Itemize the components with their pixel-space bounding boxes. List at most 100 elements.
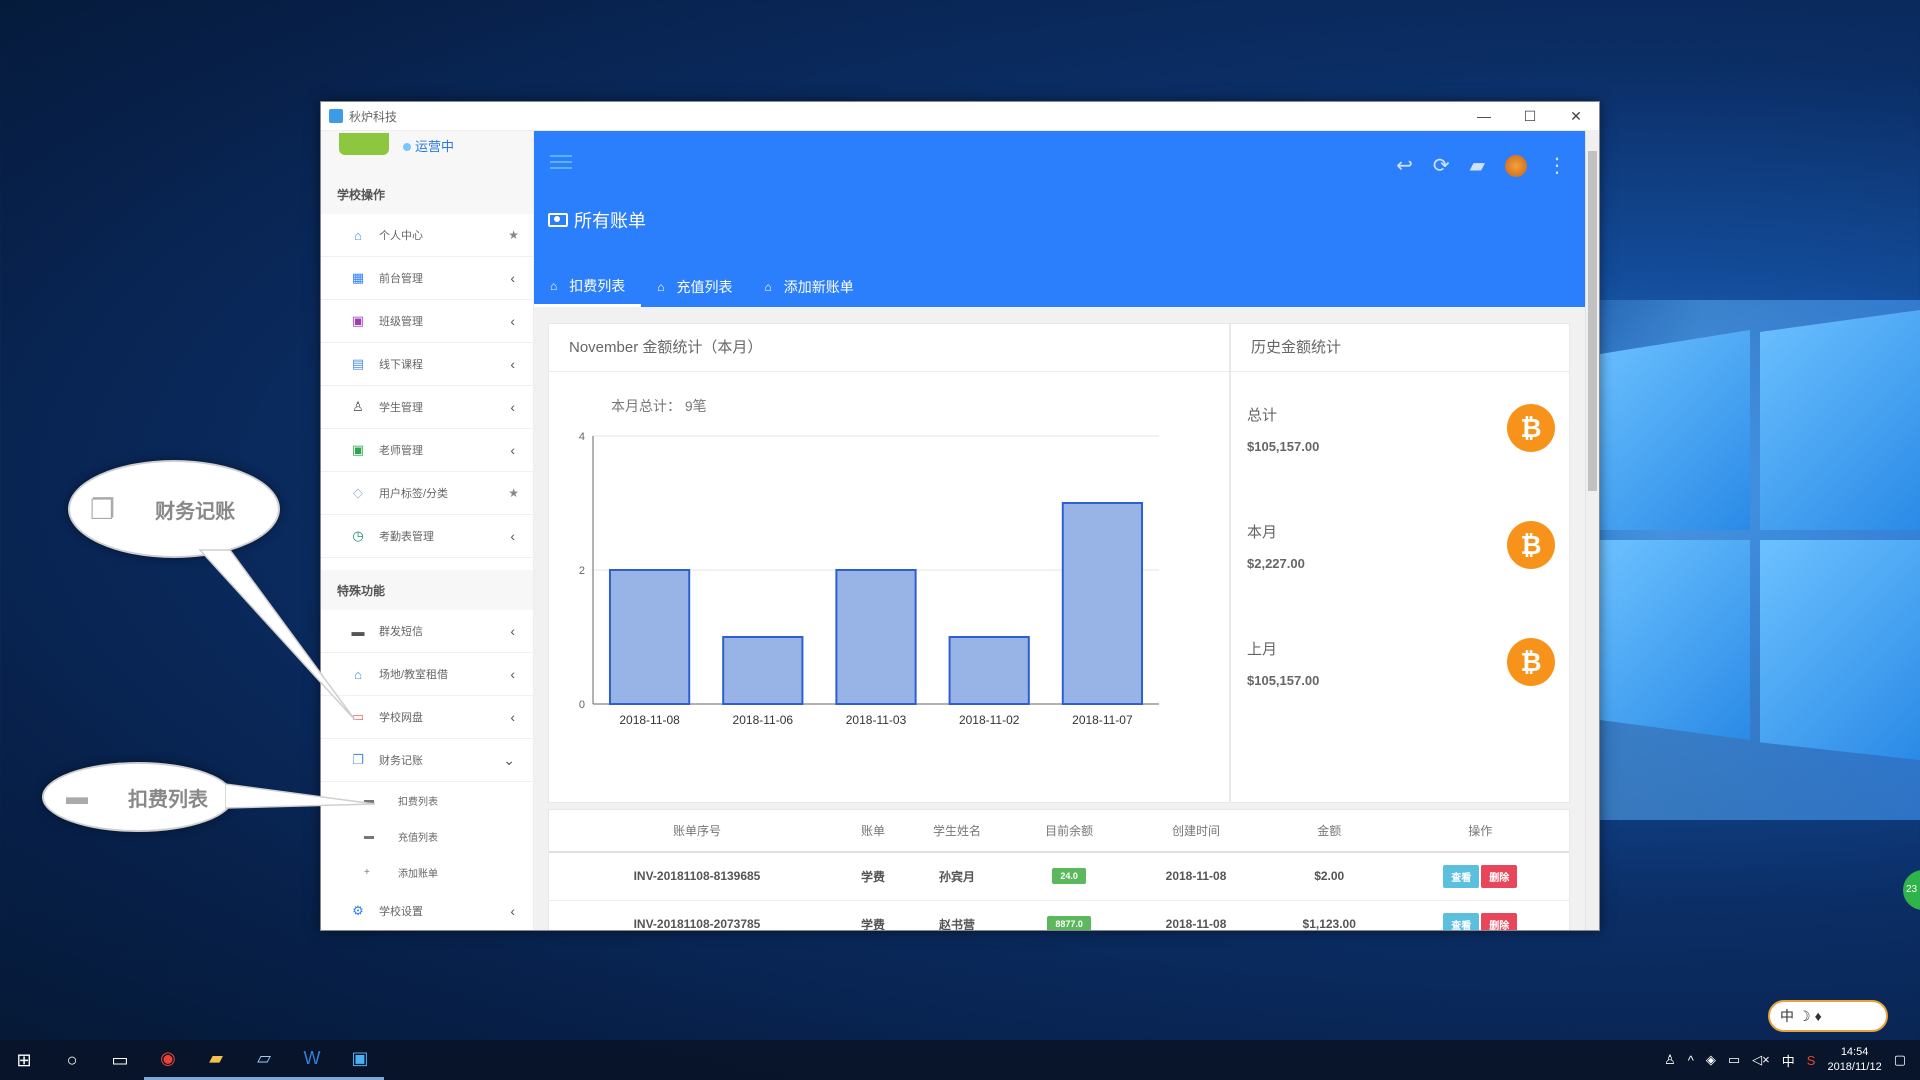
sidebar-item-offline-courses[interactable]: ▤ 线下课程 ‹ <box>321 343 533 386</box>
clock-date: 2018/11/12 <box>1827 1061 1882 1073</box>
chevron-left-icon: ‹ <box>510 313 515 329</box>
column-header: 账单序号 <box>549 810 845 853</box>
task-view-icon[interactable]: ▭ <box>96 1040 144 1080</box>
page-title: 所有账单 <box>548 207 646 233</box>
tab-recharge-list[interactable]: ⌂ 充值列表 <box>641 267 748 307</box>
ime-indicator[interactable]: 中 <box>1782 1051 1795 1070</box>
more-vertical-icon[interactable]: ⋮ <box>1547 153 1567 178</box>
section-title-school-ops: 学校操作 <box>321 174 533 214</box>
y-tick-label: 2 <box>579 565 585 577</box>
sidebar-item-frontdesk[interactable]: ▦ 前台管理 ‹ <box>321 257 533 300</box>
delete-button[interactable]: 删除 <box>1481 912 1518 930</box>
chevron-down-icon: ⌄ <box>503 751 515 768</box>
search-icon[interactable]: ○ <box>48 1040 96 1080</box>
shirt-icon: ♦ <box>1814 1008 1822 1024</box>
delete-button[interactable]: 删除 <box>1481 864 1518 888</box>
table-row: INV-20181108-2073785 学费 赵书营 8877.0 2018-… <box>549 900 1569 930</box>
view-button[interactable]: 查看 <box>1443 912 1480 930</box>
sidebar-subitem-recharge-list[interactable]: ▬ 充值列表 <box>321 818 533 854</box>
history-stats-card: 历史金额统计 总计 $105,157.00 ₿ 本月 $2,227.00 ₿ 上… <box>1230 323 1570 803</box>
ime-toolbar[interactable]: 中 ☽ ♦ <box>1768 1000 1888 1032</box>
bill-amount: $2.00 <box>1266 852 1392 901</box>
clock[interactable]: 14:54 2018/11/12 <box>1827 1045 1881 1075</box>
minimize-button[interactable]: — <box>1461 108 1507 125</box>
created-date: 2018-11-08 <box>1125 852 1267 901</box>
avatar[interactable] <box>1505 154 1527 177</box>
sidebar-item-personal-center[interactable]: ⌂ 个人中心 ★ <box>321 214 533 257</box>
star-icon[interactable]: ★ <box>508 486 519 500</box>
chat-icon[interactable]: ▰ <box>1470 153 1485 178</box>
sidebar-item-teachers[interactable]: ▣ 老师管理 ‹ <box>321 429 533 472</box>
contact-icon: ▣ <box>351 442 365 457</box>
bill-id: INV-20181108-8139685 <box>549 852 845 901</box>
sogou-icon[interactable]: S <box>1807 1053 1816 1068</box>
chrome-icon[interactable]: ◉ <box>144 1040 192 1080</box>
home-icon: ⌂ <box>657 280 665 294</box>
app-taskbar-icon[interactable]: ▣ <box>336 1040 384 1080</box>
side-widget[interactable]: 23 <box>1903 870 1920 910</box>
notepad-icon[interactable]: ▱ <box>240 1040 288 1080</box>
tab-label: 扣费列表 <box>569 277 626 294</box>
student-name: 赵书营 <box>900 900 1014 930</box>
star-icon[interactable]: ★ <box>508 228 519 242</box>
y-tick-label: 0 <box>579 699 585 711</box>
volume-icon[interactable]: ◁× <box>1752 1052 1770 1068</box>
bitcoin-icon: ₿ <box>1507 521 1555 569</box>
sidebar-subitem-add-bill[interactable]: + 添加账单 <box>321 854 533 890</box>
clock-icon: ◷ <box>352 528 364 543</box>
window-title: 秋炉科技 <box>349 109 398 124</box>
menu-toggle-icon[interactable] <box>550 155 572 169</box>
sidebar-item-user-tags[interactable]: ◇ 用户标签/分类 ★ <box>321 472 533 515</box>
created-date: 2018-11-08 <box>1125 900 1267 930</box>
clock-time: 14:54 <box>1840 1046 1869 1058</box>
sidebar-item-label: 学生管理 <box>379 402 423 414</box>
chevron-left-icon: ‹ <box>510 356 515 372</box>
student-name: 孙宾月 <box>900 852 1014 901</box>
view-button[interactable]: 查看 <box>1443 864 1480 888</box>
card-icon: ▬ <box>364 830 374 842</box>
chevron-up-icon[interactable]: ^ <box>1688 1053 1694 1068</box>
sidebar-item-label: 考勤表管理 <box>379 531 434 543</box>
home-icon: ⌂ <box>550 278 558 293</box>
chart-subtitle: 本月总计： 9笔 <box>611 398 707 414</box>
taskbar: ⊞ ○ ▭ ◉ ▰ ▱ W ▣ ♙ ^ ◈ ▭ ◁× 中 S 14:54 201… <box>0 1040 1920 1080</box>
sidebar-item-label: 学校设置 <box>379 906 423 918</box>
scrollbar-thumb[interactable] <box>1588 151 1597 491</box>
network-icon[interactable]: ▭ <box>1728 1052 1740 1068</box>
brand-status: 运营中 <box>403 136 454 155</box>
vertical-scrollbar[interactable] <box>1585 131 1599 930</box>
start-icon[interactable]: ⊞ <box>0 1040 48 1080</box>
stat-this-month: 本月 $2,227.00 ₿ <box>1231 489 1569 606</box>
people-icon[interactable]: ♙ <box>1664 1052 1676 1068</box>
wps-icon[interactable]: W <box>288 1040 336 1080</box>
monthly-chart-card: November 金额统计（本月） 本月总计： 9笔 0 2 4 2018-11-08… <box>548 323 1230 803</box>
sidebar-item-label: 线下课程 <box>379 359 423 371</box>
sidebar-item-students[interactable]: ♙ 学生管理 ‹ <box>321 386 533 429</box>
shield-icon[interactable]: ◈ <box>1706 1052 1716 1068</box>
bar <box>835 569 917 705</box>
stats-card-title: 历史金额统计 <box>1231 324 1569 372</box>
bill-type: 学费 <box>844 900 901 930</box>
sidebar-item-classes[interactable]: ▣ 班级管理 ‹ <box>321 300 533 343</box>
tab-add-bill[interactable]: ⌂ 添加新账单 <box>749 267 870 307</box>
refresh-icon[interactable]: ⟳ <box>1433 153 1450 178</box>
column-header: 学生姓名 <box>900 810 1014 853</box>
back-icon[interactable]: ↩ <box>1396 153 1413 178</box>
sidebar-item-label: 个人中心 <box>379 230 423 242</box>
money-icon <box>548 213 568 227</box>
bitcoin-icon: ₿ <box>1507 404 1555 452</box>
chevron-left-icon: ‹ <box>510 709 515 725</box>
sidebar-item-label: 班级管理 <box>379 316 423 328</box>
sidebar-item-finance[interactable]: ❐ 财务记账 ⌄ <box>321 739 533 782</box>
bar <box>722 636 804 705</box>
callout-text: 扣费列表 <box>128 788 208 811</box>
chevron-left-icon: ‹ <box>510 442 515 458</box>
chevron-left-icon: ‹ <box>510 903 515 919</box>
sidebar-item-school-settings[interactable]: ⚙ 学校设置 ‹ <box>321 890 533 930</box>
file-explorer-icon[interactable]: ▰ <box>192 1040 240 1080</box>
maximize-button[interactable]: ☐ <box>1507 108 1553 125</box>
balance-badge: 8877.0 <box>1047 916 1091 930</box>
notification-icon[interactable]: ▢ <box>1894 1052 1906 1068</box>
tab-deduct-list[interactable]: ⌂ 扣费列表 <box>534 267 642 307</box>
close-button[interactable]: ✕ <box>1553 108 1599 125</box>
